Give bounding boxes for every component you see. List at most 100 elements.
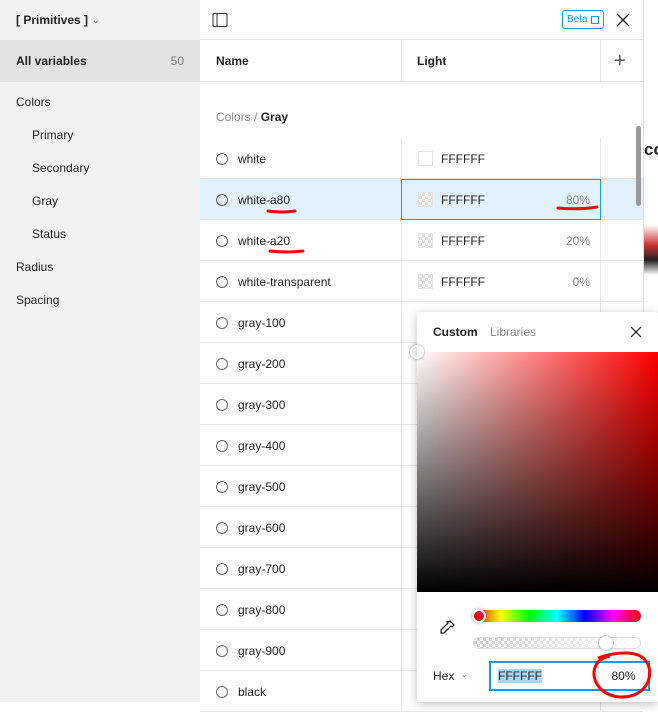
variable-name-cell[interactable]: gray-100 (216, 302, 285, 343)
color-variable-icon (216, 480, 228, 493)
breadcrumb-separator: / (254, 110, 258, 124)
variable-name-cell[interactable]: gray-900 (216, 630, 285, 671)
sidebar-item-secondary[interactable]: Secondary (32, 151, 89, 184)
variable-value-cell[interactable]: FFFFFF 0% (401, 261, 601, 302)
variable-name-cell[interactable]: white-a80 (216, 179, 290, 220)
tab-custom[interactable]: Custom (433, 325, 478, 339)
hex-value: FFFFFF (441, 192, 485, 207)
sidebar-item-spacing[interactable]: Spacing (16, 283, 59, 316)
variable-name: gray-200 (238, 356, 286, 371)
variable-name: gray-800 (238, 602, 286, 617)
variable-name-cell[interactable]: white (216, 138, 266, 179)
variable-name: gray-600 (238, 520, 286, 535)
color-variable-icon (216, 357, 228, 370)
variable-name: gray-700 (238, 561, 286, 576)
variable-value-cell[interactable]: FFFFFF 80% (401, 179, 601, 220)
variable-name: gray-300 (238, 397, 286, 412)
variable-name-cell[interactable]: gray-500 (216, 466, 285, 507)
canvas-text: co (644, 140, 658, 159)
saturation-brightness-area[interactable] (417, 352, 658, 592)
table-row[interactable]: white-a80 FFFFFF 80% (200, 179, 643, 220)
opacity-input[interactable]: 80% (598, 663, 648, 689)
breadcrumb: Colors / Gray (216, 110, 288, 124)
variable-name: white-a20 (238, 233, 291, 248)
variable-name-cell[interactable]: black (216, 671, 266, 712)
variable-name: gray-100 (238, 315, 286, 330)
variable-name-cell[interactable]: gray-200 (216, 343, 285, 384)
color-variable-icon (216, 562, 228, 575)
table-row[interactable]: white FFFFFF (200, 138, 643, 179)
sidebar-item-gray[interactable]: Gray (32, 184, 58, 217)
chevron-down-icon: ⌄ (460, 669, 468, 679)
hex-input[interactable]: FFFFFF (491, 663, 598, 689)
variable-name-cell[interactable]: gray-700 (216, 548, 285, 589)
table-row[interactable]: white-transparent FFFFFF 0% (200, 261, 643, 302)
variable-name: white-transparent (238, 274, 331, 289)
breadcrumb-current: Gray (260, 110, 289, 124)
hex-value: FFFFFF (441, 274, 485, 289)
close-icon[interactable] (630, 326, 642, 338)
chevron-down-icon: ⌄ (92, 14, 100, 25)
variable-name: gray-400 (238, 438, 286, 453)
color-swatch (418, 233, 433, 248)
color-variable-icon (216, 152, 228, 165)
all-variables-label: All variables (16, 54, 87, 68)
sidebar-item-status[interactable]: Status (32, 217, 66, 250)
variable-name: gray-900 (238, 643, 286, 658)
sidebar-item-primary[interactable]: Primary (32, 118, 73, 151)
color-variable-icon (216, 193, 228, 206)
opacity-value: 20% (565, 233, 590, 248)
color-picker: Custom Libraries Hex ⌄ FFFFFF 80% (410, 312, 658, 702)
column-light[interactable]: Light (401, 40, 601, 82)
breadcrumb-parent[interactable]: Colors (216, 110, 251, 124)
hex-value: FFFFFF (441, 233, 485, 248)
beta-badge[interactable]: Beta (562, 10, 604, 29)
collection-name: [ Primitives ] (16, 13, 89, 27)
beta-label: Beta (567, 14, 588, 25)
variable-value-cell[interactable]: FFFFFF 20% (401, 220, 601, 261)
color-variable-icon (216, 316, 228, 329)
hue-handle[interactable] (472, 609, 486, 623)
variable-name: gray-500 (238, 479, 286, 494)
opacity-slider[interactable] (473, 637, 641, 649)
table-header: Name Light + (200, 40, 643, 82)
color-handle[interactable] (410, 345, 424, 359)
sidebar-item-colors[interactable]: Colors (16, 85, 51, 118)
opacity-value: 0% (572, 274, 590, 289)
sidebar-toggle-icon[interactable] (212, 12, 228, 28)
variable-name-cell[interactable]: white-a20 (216, 220, 290, 261)
add-mode-icon[interactable]: + (614, 40, 626, 82)
color-swatch (418, 192, 433, 207)
external-link-icon (590, 15, 599, 24)
eyedropper-icon[interactable] (439, 620, 455, 636)
color-swatch (418, 151, 433, 166)
tab-libraries[interactable]: Libraries (490, 325, 536, 339)
sidebar-item-radius[interactable]: Radius (16, 250, 53, 283)
sidebar: [ Primitives ] ⌄ All variables 50 Colors P… (0, 0, 200, 702)
column-name: Name (216, 54, 249, 68)
variable-name-cell[interactable]: gray-400 (216, 425, 285, 466)
variable-name-cell[interactable]: white-transparent (216, 261, 331, 302)
format-dropdown[interactable]: Hex ⌄ (433, 669, 468, 683)
variable-name-cell[interactable]: gray-300 (216, 384, 285, 425)
sidebar-item-all-variables[interactable]: All variables 50 (0, 40, 200, 82)
hex-value: FFFFFF (498, 669, 542, 683)
color-variable-icon (216, 275, 228, 288)
variable-value-cell[interactable]: FFFFFF (401, 138, 601, 179)
panel-header: Beta (200, 0, 643, 40)
color-variable-icon (216, 439, 228, 452)
scrollbar[interactable] (636, 126, 641, 206)
variable-name-cell[interactable]: gray-800 (216, 589, 285, 630)
close-icon[interactable] (616, 13, 630, 27)
color-swatch (418, 274, 433, 289)
hex-value: FFFFFF (441, 151, 485, 166)
collection-dropdown[interactable]: [ Primitives ] ⌄ (16, 13, 100, 27)
opacity-value: 80% (565, 192, 590, 207)
hex-input-group: FFFFFF 80% (489, 661, 650, 691)
table-row[interactable]: white-a20 FFFFFF 20% (200, 220, 643, 261)
color-variable-icon (216, 603, 228, 616)
color-variable-icon (216, 685, 228, 698)
variable-name-cell[interactable]: gray-600 (216, 507, 285, 548)
color-variable-icon (216, 521, 228, 534)
hue-slider[interactable] (473, 610, 641, 622)
